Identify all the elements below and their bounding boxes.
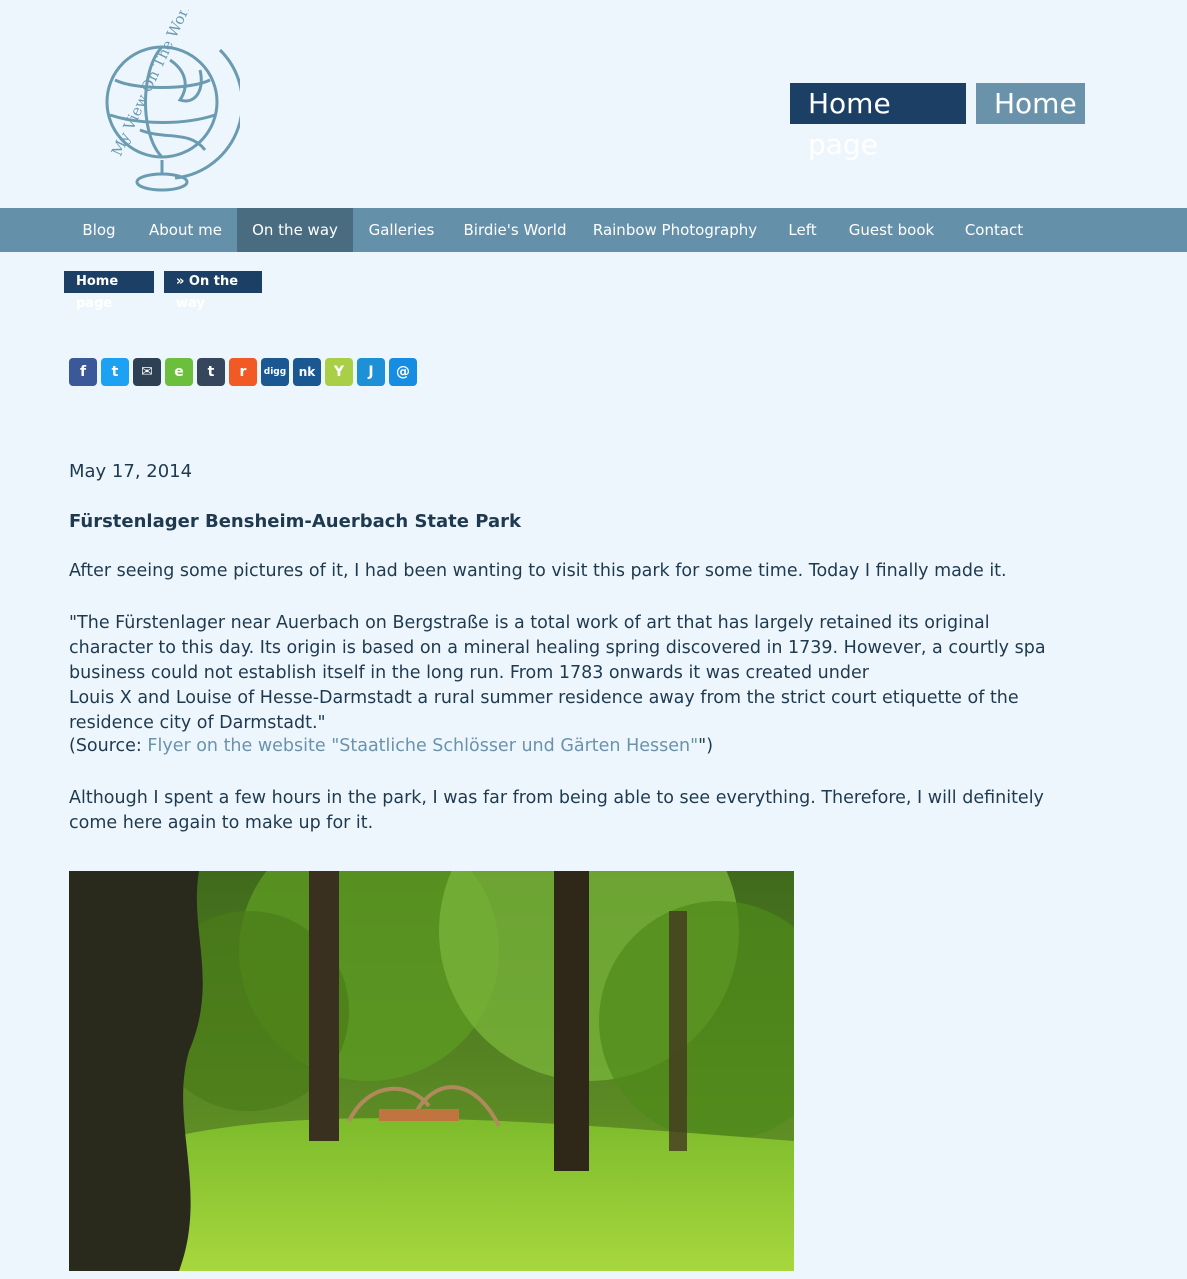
digg-share-icon[interactable]: digg bbox=[261, 358, 289, 386]
nav-item-guest-book[interactable]: Guest book bbox=[835, 208, 948, 252]
jappy-share-icon[interactable]: J bbox=[357, 358, 385, 386]
nav-item-about-me[interactable]: About me bbox=[134, 208, 237, 252]
home-button[interactable]: Home bbox=[976, 83, 1085, 124]
quote-line-1: "The Fürstenlager near Auerbach on Bergs… bbox=[69, 613, 1046, 683]
mail-ru-share-icon[interactable]: @ bbox=[389, 358, 417, 386]
nav-item-rainbow-photography[interactable]: Rainbow Photography bbox=[580, 208, 770, 252]
source-link[interactable]: Flyer on the website "Staatliche Schlöss… bbox=[147, 736, 698, 756]
source-prefix: (Source: bbox=[69, 736, 148, 756]
quote-line-2: Louis X and Louise of Hesse-Darmstadt a … bbox=[69, 688, 1019, 733]
post-date: May 17, 2014 bbox=[69, 461, 193, 482]
nav-item-contact[interactable]: Contact bbox=[948, 208, 1040, 252]
nav-item-galleries[interactable]: Galleries bbox=[353, 208, 450, 252]
nav-item-blog[interactable]: Blog bbox=[64, 208, 134, 252]
park-photo[interactable] bbox=[69, 871, 794, 1271]
facebook-share-icon[interactable]: f bbox=[69, 358, 97, 386]
post-source: (Source: Flyer on the website "Staatlich… bbox=[69, 736, 713, 756]
twitter-share-icon[interactable]: t bbox=[101, 358, 129, 386]
breadcrumb-current[interactable]: » On the way bbox=[164, 271, 262, 311]
yummly-share-icon[interactable]: Y bbox=[325, 358, 353, 386]
nav-item-left[interactable]: Left bbox=[770, 208, 835, 252]
nav-item-birdies-world[interactable]: Birdie's World bbox=[450, 208, 580, 252]
post-title: Fürstenlager Bensheim-Auerbach State Par… bbox=[69, 511, 521, 532]
breadcrumb-home[interactable]: Home page bbox=[64, 271, 154, 311]
email-share-icon[interactable]: ✉ bbox=[133, 358, 161, 386]
source-suffix: ") bbox=[698, 736, 714, 756]
globe-logo[interactable]: My View On The World bbox=[70, 10, 240, 200]
nav-item-on-the-way[interactable]: On the way bbox=[237, 208, 353, 252]
home-page-button[interactable]: Home page bbox=[790, 83, 966, 161]
evernote-share-icon[interactable]: e bbox=[165, 358, 193, 386]
reddit-share-icon[interactable]: r bbox=[229, 358, 257, 386]
post-conclusion: Although I spent a few hours in the park… bbox=[69, 788, 1044, 833]
header: My View On The World Home page Home bbox=[0, 0, 1187, 208]
nk-share-icon[interactable]: nk bbox=[293, 358, 321, 386]
post-intro: After seeing some pictures of it, I had … bbox=[69, 561, 1007, 581]
post-quote: "The Fürstenlager near Auerbach on Bergs… bbox=[69, 611, 1059, 736]
tumblr-share-icon[interactable]: t bbox=[197, 358, 225, 386]
main-navigation: Blog About me On the way Galleries Birdi… bbox=[0, 208, 1187, 252]
